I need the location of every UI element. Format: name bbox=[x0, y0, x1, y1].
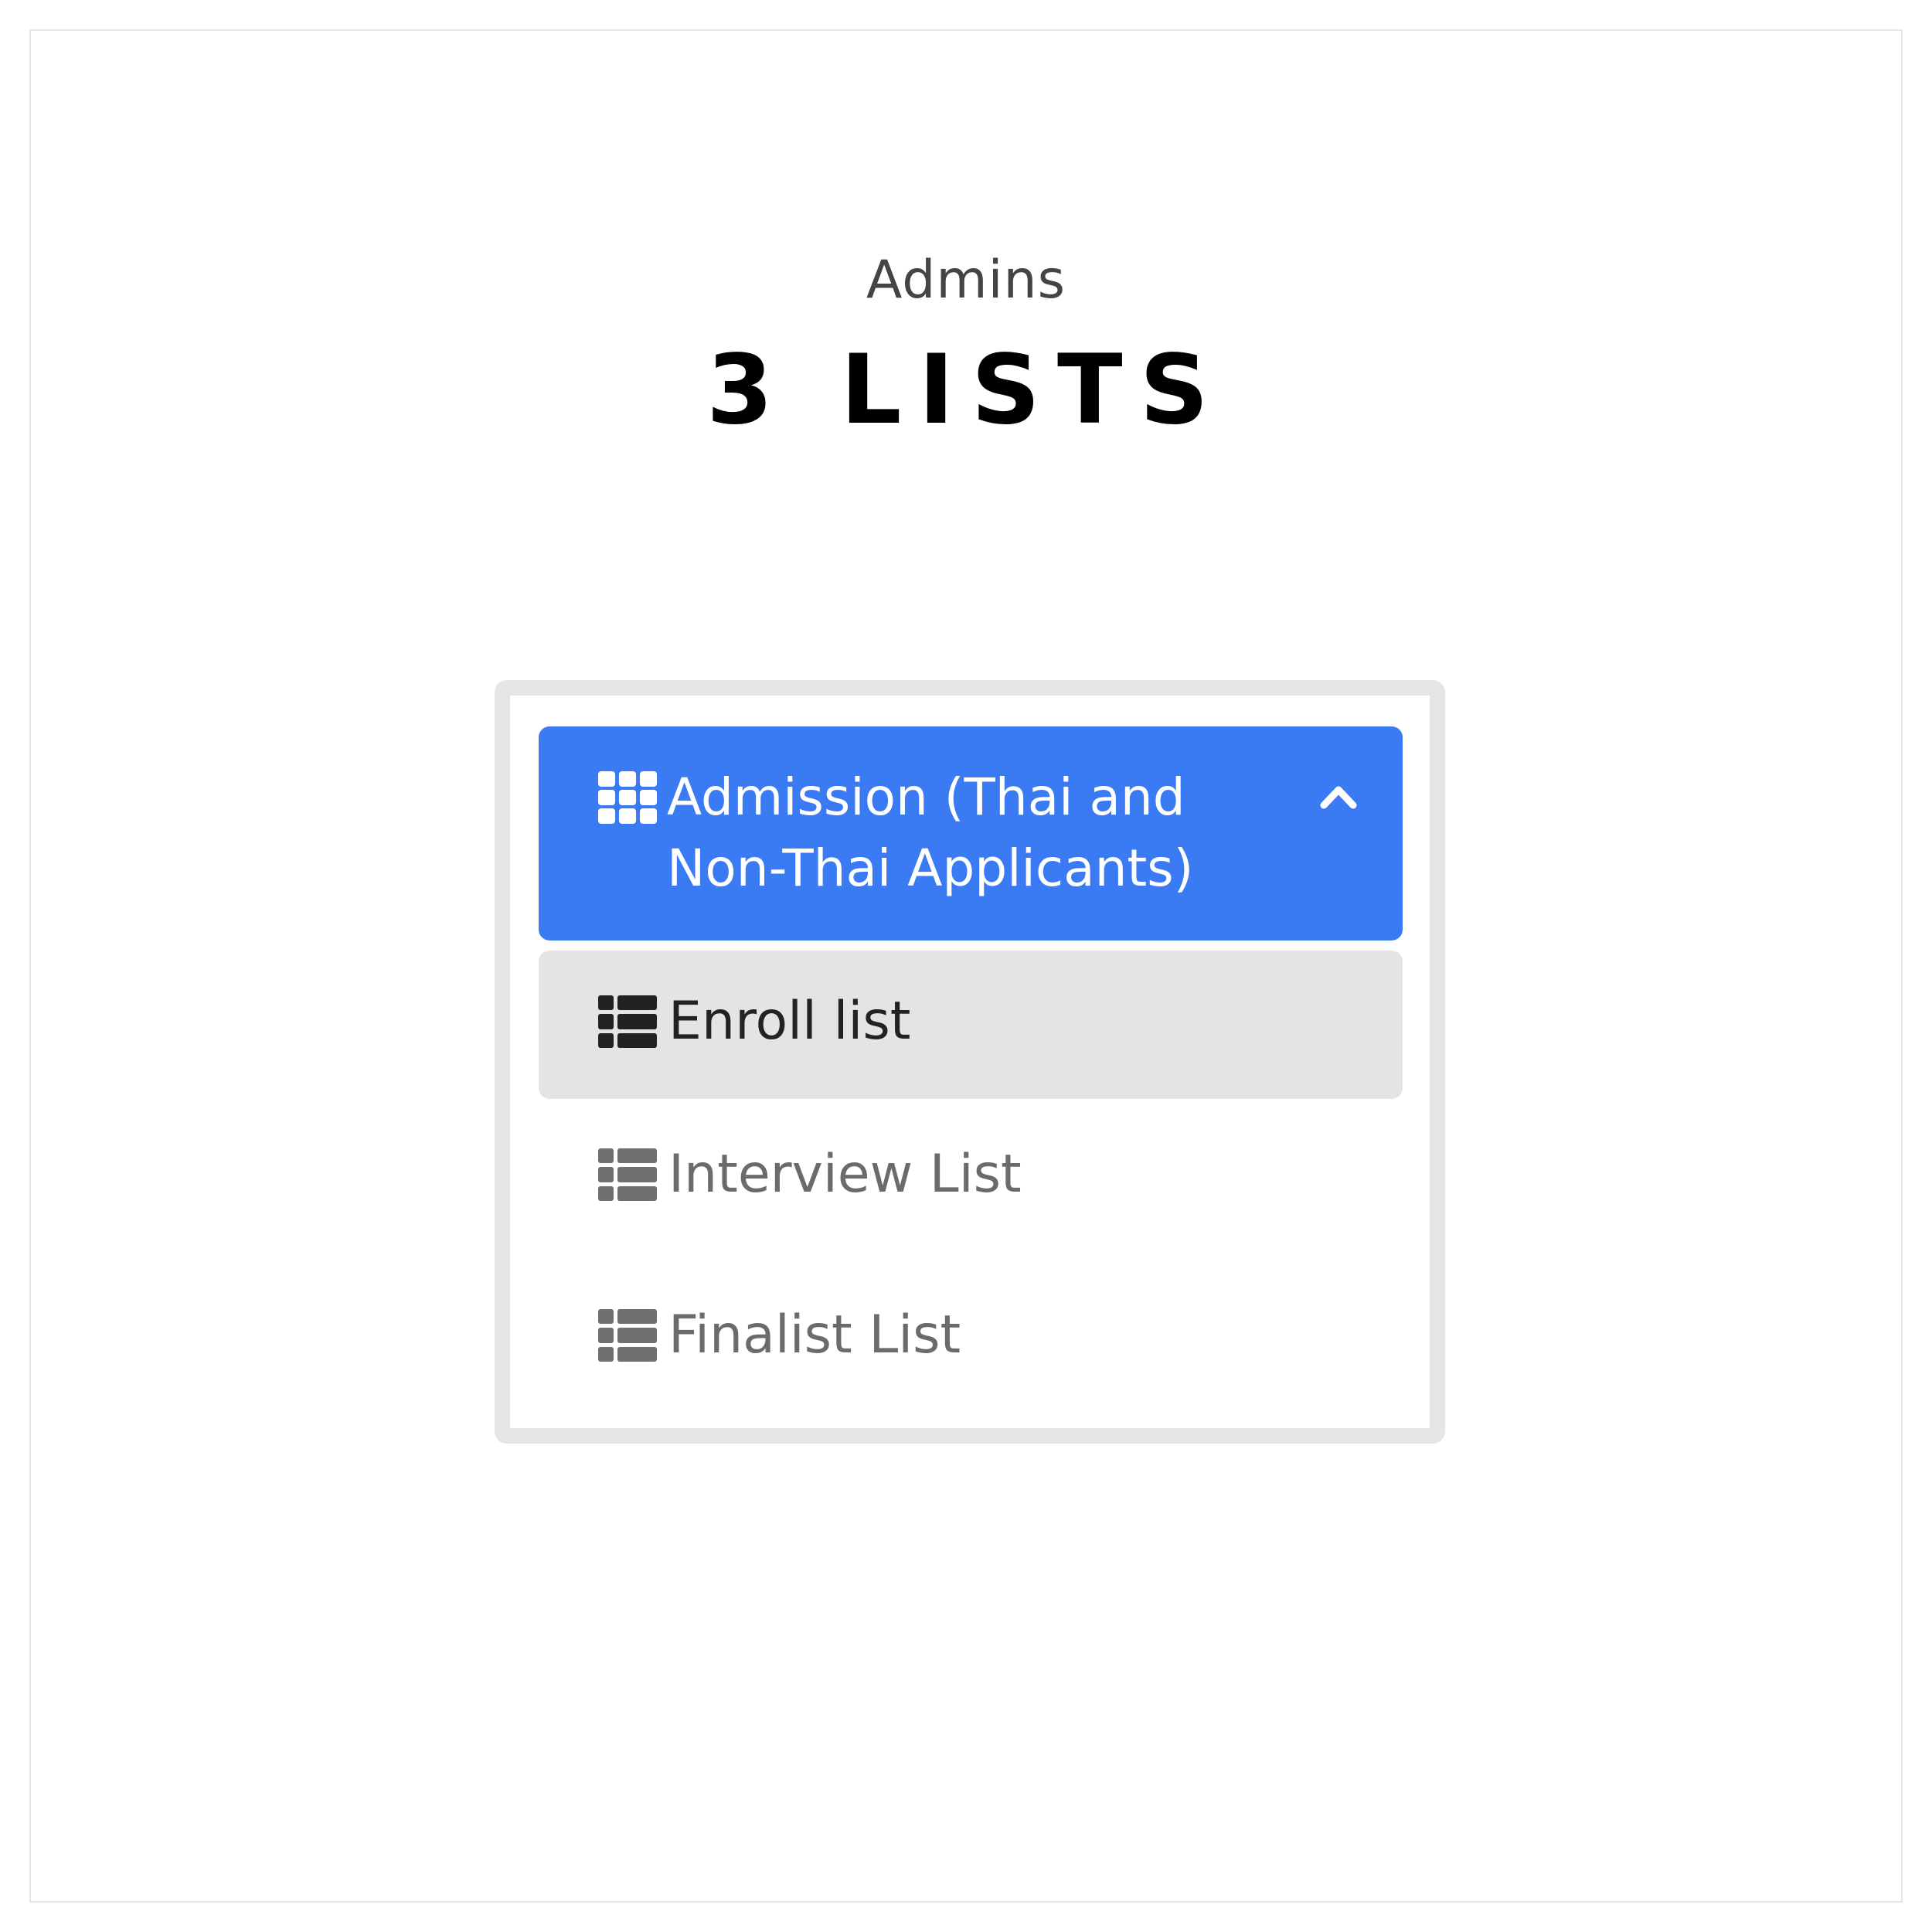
page-subtitle: Admins bbox=[866, 250, 1066, 311]
page-headline: 3 LISTS bbox=[706, 335, 1226, 446]
menu-item-label: Enroll list bbox=[668, 991, 911, 1052]
admission-section-title: Admission (Thai and Non-Thai Applicants) bbox=[667, 767, 1194, 898]
list-icon bbox=[598, 1309, 657, 1362]
sidebar-menu-panel: Admission (Thai and Non-Thai Applicants)… bbox=[495, 680, 1445, 1444]
menu-item-label: Interview List bbox=[668, 1144, 1022, 1205]
menu-item-finalist-list[interactable]: Finalist List bbox=[539, 1274, 1403, 1397]
chevron-up-icon[interactable] bbox=[1319, 781, 1358, 811]
menu-item-interview-list[interactable]: Interview List bbox=[539, 1113, 1403, 1236]
grid-icon bbox=[598, 771, 657, 824]
list-icon bbox=[598, 995, 657, 1048]
admission-section-header[interactable]: Admission (Thai and Non-Thai Applicants) bbox=[539, 726, 1403, 940]
list-icon bbox=[598, 1148, 657, 1201]
menu-item-label: Finalist List bbox=[668, 1304, 961, 1366]
menu-item-enroll-list[interactable]: Enroll list bbox=[539, 951, 1403, 1099]
